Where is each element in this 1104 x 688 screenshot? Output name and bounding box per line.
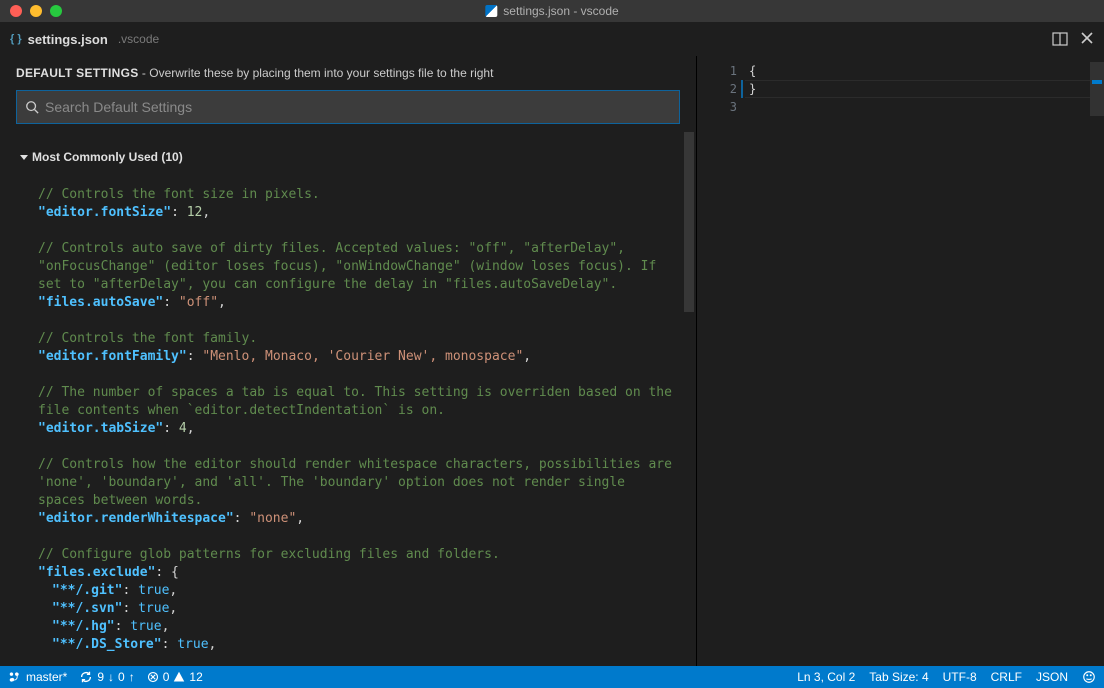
setting-key-value: "files.autoSave": "off", (38, 294, 676, 312)
titlebar: settings.json - vscode (0, 0, 1104, 22)
language-mode[interactable]: JSON (1036, 670, 1068, 684)
setting-key-value: "files.exclude": { (38, 564, 676, 582)
minimize-window-button[interactable] (30, 5, 42, 17)
feedback-icon[interactable] (1082, 670, 1096, 684)
code-line: { (749, 62, 1090, 80)
setting-comment: // Configure glob patterns for excluding… (38, 546, 676, 564)
error-count: 0 (163, 670, 170, 684)
exclude-entry: "**/.svn": true, (38, 600, 676, 618)
line-number: 1 (697, 62, 737, 80)
setting-entry[interactable]: // Controls the font family."editor.font… (38, 330, 676, 366)
setting-entry-files-exclude[interactable]: // Configure glob patterns for excluding… (38, 546, 676, 654)
branch-name: master* (26, 670, 67, 684)
down-arrow-icon: ↓ (108, 670, 114, 684)
setting-entry[interactable]: // Controls how the editor should render… (38, 456, 676, 528)
line-gutter: 1 2 3 (697, 56, 745, 116)
setting-key-value: "editor.tabSize": 4, (38, 420, 676, 438)
code-line: } (749, 80, 1090, 98)
exclude-entry: "**/.DS_Store": true, (38, 636, 676, 654)
setting-key-value: "editor.fontFamily": "Menlo, Monaco, 'Co… (38, 348, 676, 366)
setting-comment: // Controls auto save of dirty files. Ac… (38, 240, 676, 294)
indentation-status[interactable]: Tab Size: 4 (869, 670, 928, 684)
editor-tabbar: { } settings.json .vscode (0, 22, 1104, 56)
warning-count: 12 (189, 670, 202, 684)
setting-comment: // The number of spaces a tab is equal t… (38, 384, 676, 420)
git-sync-status[interactable]: 9 ↓ 0 ↑ (79, 670, 134, 684)
json-file-icon: { } (10, 33, 22, 45)
tab-settings-json[interactable]: { } settings.json .vscode (10, 32, 159, 47)
chevron-down-icon (20, 155, 28, 160)
line-number: 3 (697, 98, 737, 116)
split-editor-icon[interactable] (1052, 31, 1068, 47)
settings-header-subtitle: - Overwrite these by placing them into y… (139, 66, 494, 80)
exclude-entry: "**/.hg": true, (38, 618, 676, 636)
app-icon (485, 5, 497, 17)
cursor-line-indicator (741, 80, 743, 98)
problems-status[interactable]: 0 12 (147, 670, 203, 684)
setting-entry[interactable]: // Controls auto save of dirty files. Ac… (38, 240, 676, 312)
setting-entry[interactable]: // Controls the font size in pixels."edi… (38, 186, 676, 222)
sync-down: 9 (97, 670, 104, 684)
exclude-entry: "**/.git": true, (38, 582, 676, 600)
sync-up: 0 (118, 670, 125, 684)
overview-ruler[interactable] (1090, 62, 1104, 116)
setting-comment: // Controls the font family. (38, 330, 676, 348)
tab-path: .vscode (118, 32, 159, 46)
setting-key-value: "editor.fontSize": 12, (38, 204, 676, 222)
line-number: 2 (697, 80, 737, 98)
search-input[interactable] (45, 99, 671, 115)
statusbar: master* 9 ↓ 0 ↑ 0 12 Ln 3, Col 2 Tab Size:… (0, 666, 1104, 688)
editor-text[interactable]: { } (749, 62, 1090, 98)
user-settings-editor[interactable]: 1 2 3 { } (696, 56, 1104, 666)
settings-header: DEFAULT SETTINGS - Overwrite these by pl… (0, 56, 696, 90)
eol-status[interactable]: CRLF (991, 670, 1022, 684)
settings-header-title: DEFAULT SETTINGS (16, 66, 139, 80)
tab-filename: settings.json (28, 32, 108, 47)
cursor-marker (1092, 80, 1102, 84)
setting-key-value: "editor.renderWhitespace": "none", (38, 510, 676, 528)
search-icon (25, 100, 39, 114)
setting-entry[interactable]: // The number of spaces a tab is equal t… (38, 384, 676, 438)
up-arrow-icon: ↑ (129, 670, 135, 684)
settings-group-header[interactable]: Most Commonly Used (10) (20, 148, 676, 166)
close-icon[interactable] (1080, 31, 1094, 47)
default-settings-pane: DEFAULT SETTINGS - Overwrite these by pl… (0, 56, 696, 666)
window-title-text: settings.json - vscode (503, 4, 618, 18)
setting-comment: // Controls how the editor should render… (38, 456, 676, 510)
cursor-position[interactable]: Ln 3, Col 2 (797, 670, 855, 684)
group-label: Most Commonly Used (10) (32, 148, 183, 166)
setting-comment: // Controls the font size in pixels. (38, 186, 676, 204)
window-controls[interactable] (0, 5, 62, 17)
maximize-window-button[interactable] (50, 5, 62, 17)
close-window-button[interactable] (10, 5, 22, 17)
default-settings-list[interactable]: Most Commonly Used (10) // Controls the … (0, 132, 696, 666)
scrollbar-thumb[interactable] (684, 132, 694, 312)
encoding-status[interactable]: UTF-8 (943, 670, 977, 684)
window-title: settings.json - vscode (485, 4, 618, 18)
git-branch-status[interactable]: master* (8, 670, 67, 684)
search-settings-box[interactable] (16, 90, 680, 124)
